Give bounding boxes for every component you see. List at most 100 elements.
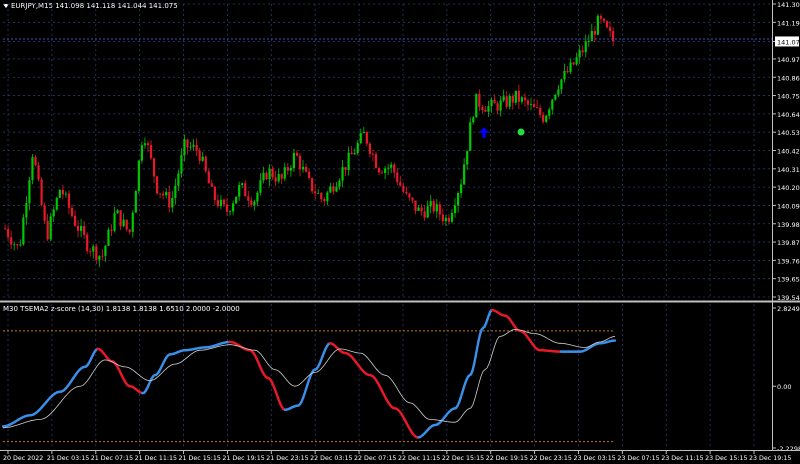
candle (31, 154, 34, 185)
zscore-indicator (1, 308, 617, 443)
time-tick-label: 21 Dec 07:15 (91, 455, 133, 462)
candle (283, 162, 286, 182)
candle (551, 98, 554, 115)
candle (186, 138, 189, 155)
candle (52, 206, 55, 223)
candle (469, 117, 472, 151)
candle (168, 185, 171, 213)
candle (612, 27, 615, 47)
candle (274, 170, 277, 187)
candle (526, 98, 530, 111)
candle (213, 185, 216, 206)
candle (271, 165, 274, 180)
candle (317, 189, 320, 194)
candle (10, 230, 13, 249)
candle (177, 169, 180, 192)
candle (487, 100, 490, 117)
price-tick-label: 140.310 (777, 166, 800, 174)
candle (523, 93, 527, 107)
candle (560, 78, 563, 94)
current-price-label: 141.075 (777, 38, 800, 46)
candle (441, 208, 444, 226)
candle (314, 183, 317, 200)
indicator-title: M30 TSEMA2 z-score (14,30) 1.8138 1.8138… (3, 305, 240, 313)
candle (174, 178, 177, 205)
price-chart[interactable]: 141.300 141.190 141.075 140.970 140.860 140.7… (0, 0, 800, 464)
candle (207, 168, 210, 184)
time-tick-label: 21 Dec 03:15 (47, 455, 89, 462)
candle (466, 150, 469, 171)
price-tick-label: 140.090 (777, 202, 800, 210)
price-tick-label: 140.530 (777, 129, 800, 137)
price-tick-label: 139.980 (777, 221, 800, 229)
candle (116, 208, 119, 214)
candle (408, 192, 411, 201)
candle (268, 164, 271, 187)
time-tick-label: 23 Dec 07:15 (617, 455, 659, 462)
candle (335, 182, 338, 193)
candle (140, 141, 143, 164)
candle (338, 178, 341, 190)
candle (377, 166, 381, 175)
candle (7, 225, 10, 242)
candle (399, 175, 402, 187)
candle (453, 198, 457, 218)
candle (593, 26, 596, 43)
chart-window[interactable]: EURJPY,M15 141.098 141.118 141.044 141.0… (0, 0, 800, 464)
candle (70, 204, 74, 218)
grid-lines (3, 3, 772, 449)
price-tick-label: 139.650 (777, 276, 800, 284)
candle (210, 179, 213, 188)
candle (341, 159, 344, 188)
candle (119, 210, 122, 231)
candle (216, 194, 219, 209)
candle (447, 214, 451, 225)
candle (265, 171, 268, 181)
candle (101, 249, 104, 261)
candle (201, 151, 204, 162)
candle (189, 141, 192, 151)
time-tick-label: 22 Dec 19:15 (486, 455, 528, 462)
candle (298, 152, 302, 177)
candle (323, 197, 326, 206)
time-tick-label: 22 Dec 07:15 (354, 455, 396, 462)
candle (411, 197, 414, 204)
candle (241, 182, 244, 189)
candle (308, 169, 311, 180)
up-arrow-icon (479, 127, 489, 138)
candle (329, 182, 332, 194)
price-tick-label: 141.190 (777, 19, 800, 27)
candle (429, 195, 432, 214)
candle (80, 218, 83, 238)
candle (599, 13, 603, 24)
candle (311, 177, 314, 194)
candle (159, 193, 162, 199)
candle (19, 239, 22, 247)
candle (232, 200, 235, 216)
time-tick-label: 22 Dec 03:15 (310, 455, 352, 462)
time-tick-label: 23 Dec 19:15 (749, 455, 791, 462)
candle (353, 148, 356, 155)
candle (22, 213, 25, 246)
candle (98, 255, 101, 268)
candle (423, 205, 426, 221)
candle (131, 210, 134, 238)
candle (539, 104, 542, 118)
candle (387, 163, 390, 176)
candle (484, 106, 487, 112)
candle (362, 126, 365, 134)
candle (414, 200, 417, 215)
time-tick-label: 22 Dec 23:15 (530, 455, 572, 462)
candle (137, 159, 140, 194)
candle (536, 99, 539, 109)
time-axis: 20 Dec 2022 21 Dec 03:15 21 Dec 07:15 21 De… (3, 450, 791, 462)
candle (235, 196, 238, 204)
candle (162, 190, 165, 200)
candle (110, 224, 113, 236)
candle (417, 205, 420, 212)
candle (64, 191, 67, 198)
candle (426, 200, 429, 219)
candle (572, 61, 575, 66)
price-tick-label: 140.420 (777, 148, 800, 156)
candle (475, 93, 478, 118)
